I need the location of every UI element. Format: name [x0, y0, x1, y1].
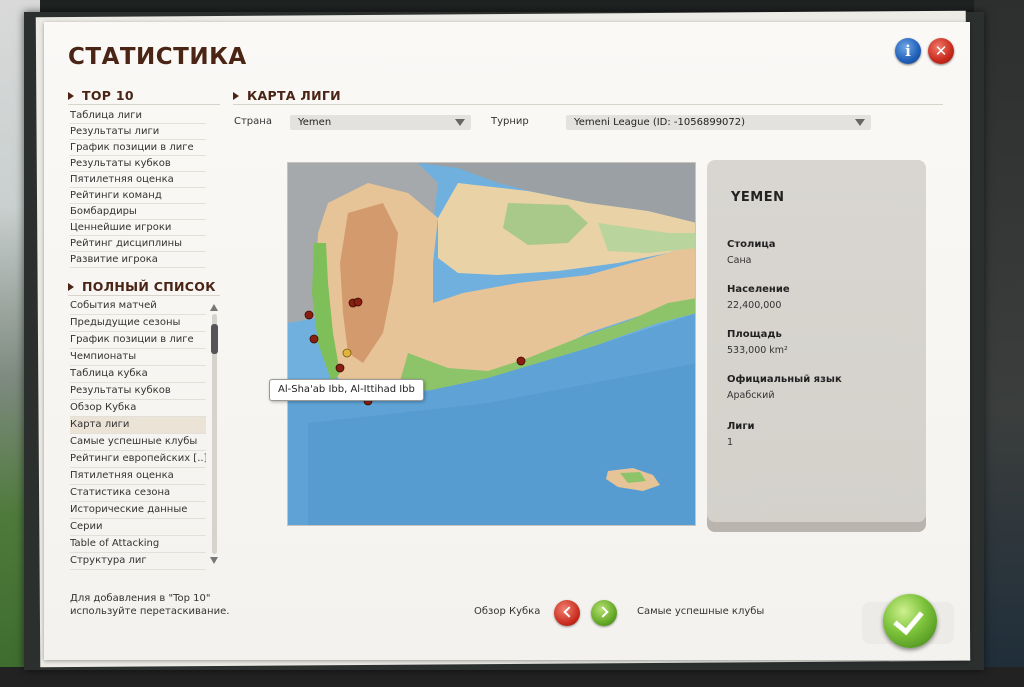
full-list-item[interactable]: Результаты кубков	[70, 383, 206, 400]
full-list-item[interactable]: Рейтинги европейских [..]	[70, 451, 206, 468]
top10-item[interactable]: Таблица лиги	[70, 108, 206, 124]
full-list-item[interactable]: Обзор Кубка	[70, 400, 206, 417]
league-map-heading: КАРТА ЛИГИ	[233, 88, 341, 103]
country-label: Страна	[234, 116, 272, 127]
full-list-item[interactable]: Серии	[70, 519, 206, 536]
leagues-value: 1	[727, 437, 734, 448]
full-list-heading: ПОЛНЫЙ СПИСОК	[68, 279, 216, 294]
country-name: YEMEN	[731, 190, 785, 205]
top10-item[interactable]: Результаты кубков	[70, 156, 206, 172]
top10-item[interactable]: Рейтинг дисциплины	[70, 236, 206, 252]
chevron-down-icon	[455, 119, 465, 126]
language-value: Арабский	[727, 390, 775, 401]
full-list-item[interactable]: Самые успешные клубы	[70, 434, 206, 451]
top10-list: Таблица лиги Результаты лиги График пози…	[70, 108, 206, 268]
full-list-item[interactable]: Таблица кубка	[70, 366, 206, 383]
map-tooltip: Al-Sha'ab Ibb, Al-Ittihad Ibb	[269, 379, 424, 401]
capital-label: Столица	[727, 239, 776, 250]
full-list-item[interactable]: Статистика сезона	[70, 485, 206, 502]
top10-item[interactable]: Результаты лиги	[70, 124, 206, 140]
full-list-item[interactable]: Чемпионаты	[70, 349, 206, 366]
chevron-right-icon	[597, 606, 609, 618]
full-list-scrollbar[interactable]	[209, 302, 220, 566]
info-icon: i	[905, 42, 911, 60]
full-list-item[interactable]: События матчей	[70, 298, 206, 315]
full-list-heading-label: ПОЛНЫЙ СПИСОК	[82, 279, 216, 294]
tournament-select[interactable]: Yemeni League (ID: -1056899072)	[566, 115, 871, 130]
info-button[interactable]: i	[895, 38, 921, 64]
area-value: 533,000 km²	[727, 345, 788, 356]
full-list-item-selected[interactable]: Карта лиги	[70, 417, 206, 434]
full-list-item[interactable]: Table of Attacking	[70, 536, 206, 553]
prev-page-label[interactable]: Обзор Кубка	[474, 606, 540, 617]
section-arrow-icon	[233, 91, 239, 100]
section-arrow-icon	[68, 282, 74, 291]
top10-item[interactable]: Развитие игрока	[70, 252, 206, 268]
league-map[interactable]	[287, 162, 696, 526]
page-title: СТАТИСТИКА	[68, 44, 247, 70]
drag-hint-line1: Для добавления в "Top 10"	[70, 593, 211, 604]
population-label: Население	[727, 284, 790, 295]
checkmark-icon	[893, 603, 924, 636]
top10-item[interactable]: Пятилетняя оценка	[70, 172, 206, 188]
top10-divider	[68, 104, 220, 105]
top10-heading: TOP 10	[68, 88, 134, 103]
top10-item[interactable]: График позиции в лиге	[70, 140, 206, 156]
full-list-item[interactable]: График позиции в лиге	[70, 332, 206, 349]
chevron-down-icon	[855, 119, 865, 126]
area-label: Площадь	[727, 329, 782, 340]
capital-value: Сана	[727, 255, 752, 266]
full-list-item[interactable]: Пятилетняя оценка	[70, 468, 206, 485]
top10-heading-label: TOP 10	[82, 88, 134, 103]
full-list-item[interactable]: Предыдущие сезоны	[70, 315, 206, 332]
drag-hint-line2: используйте перетаскивание.	[70, 606, 230, 617]
league-map-heading-label: КАРТА ЛИГИ	[247, 88, 341, 103]
full-list-item[interactable]: Исторические данные	[70, 502, 206, 519]
next-page-label[interactable]: Самые успешные клубы	[637, 606, 764, 617]
tournament-label: Турнир	[491, 116, 529, 127]
next-page-button[interactable]	[591, 600, 617, 626]
country-select-value: Yemen	[298, 117, 332, 128]
section-arrow-icon	[68, 91, 74, 100]
full-list-item[interactable]: Структура лиг	[70, 553, 206, 570]
scroll-up-arrow-icon[interactable]	[210, 304, 218, 311]
top10-item[interactable]: Ценнейшие игроки	[70, 220, 206, 236]
tournament-select-value: Yemeni League (ID: -1056899072)	[574, 117, 746, 128]
close-icon: ✕	[934, 42, 948, 60]
prev-page-button[interactable]	[554, 600, 580, 626]
population-value: 22,400,000	[727, 300, 782, 311]
close-button[interactable]: ✕	[928, 38, 954, 64]
confirm-button[interactable]	[883, 594, 937, 648]
leagues-label: Лиги	[727, 421, 755, 432]
top10-item[interactable]: Бомбардиры	[70, 204, 206, 220]
scroll-down-arrow-icon[interactable]	[210, 557, 218, 564]
country-select[interactable]: Yemen	[290, 115, 471, 130]
chevron-left-icon	[563, 606, 575, 618]
league-map-divider	[233, 104, 943, 105]
full-list: События матчей Предыдущие сезоны График …	[70, 298, 206, 570]
language-label: Официальный язык	[727, 374, 842, 385]
background-bottom	[0, 667, 1024, 687]
scrollbar-thumb[interactable]	[211, 324, 218, 354]
full-list-divider	[68, 295, 220, 296]
top10-item[interactable]: Рейтинги команд	[70, 188, 206, 204]
drag-hint: Для добавления в "Top 10" используйте пе…	[70, 592, 229, 618]
map-graphic	[288, 163, 695, 525]
